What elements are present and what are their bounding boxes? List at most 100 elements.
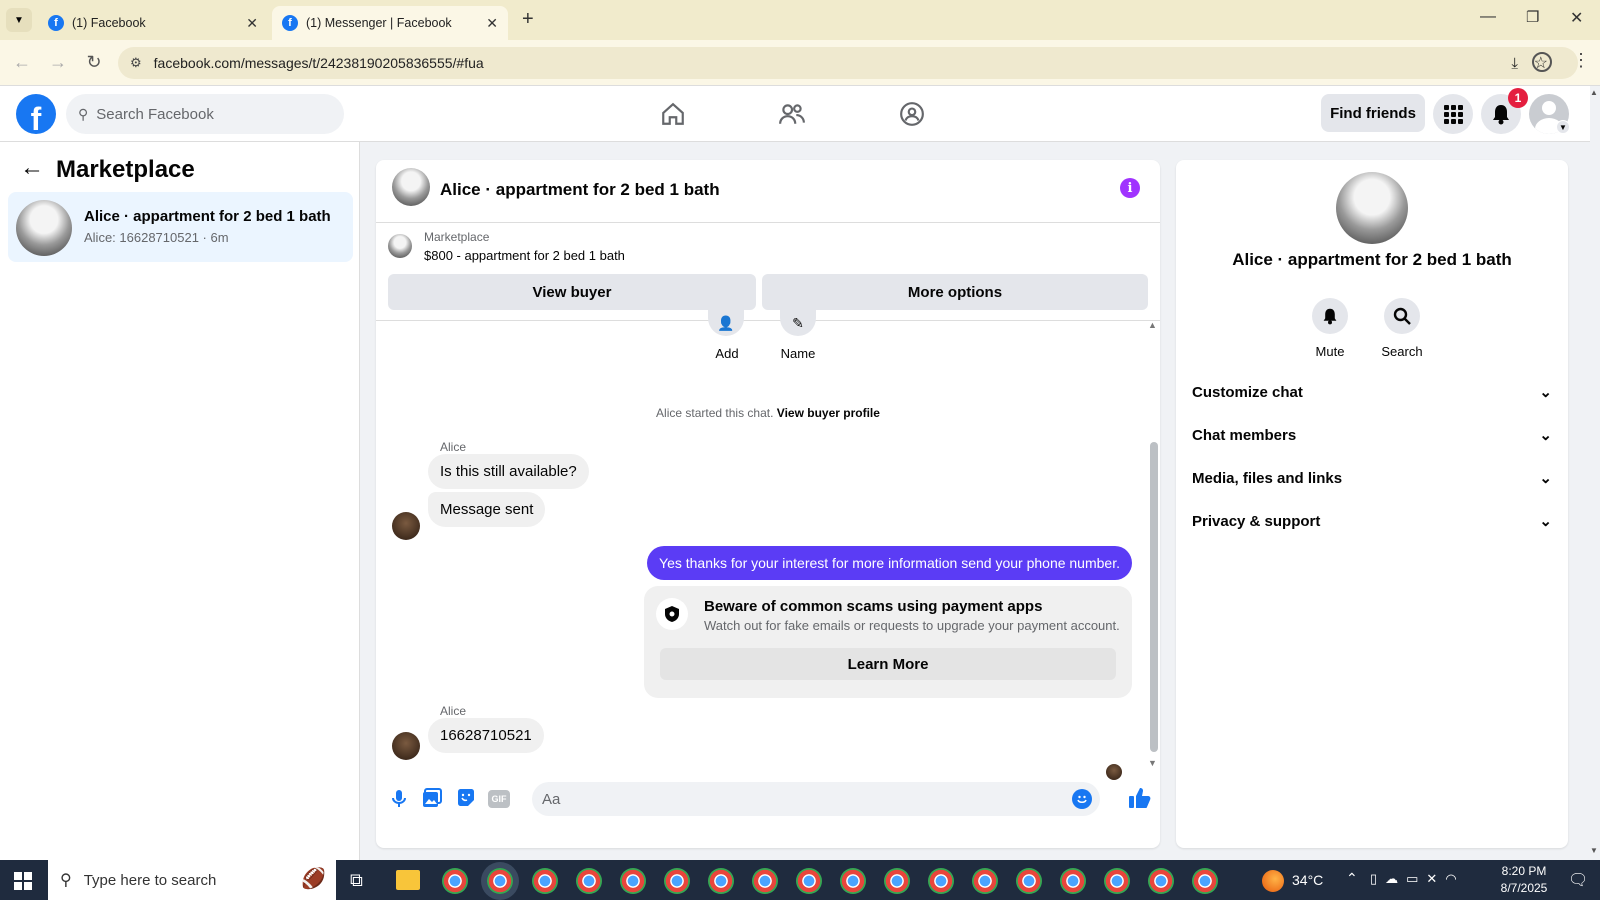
chat-header-avatar[interactable] (392, 168, 430, 206)
close-window-icon[interactable]: ✕ (1570, 8, 1583, 28)
view-buyer-profile-link[interactable]: View buyer profile (777, 406, 880, 420)
emoji-icon[interactable] (1072, 789, 1092, 809)
page-scroll-down-arrow[interactable]: ▼ (1590, 846, 1598, 855)
menu-grid-icon[interactable] (1433, 94, 1473, 134)
privacy-support-section[interactable]: Privacy & support ⌄ (1192, 501, 1552, 541)
tab-facebook[interactable]: f (1) Facebook ✕ (38, 6, 268, 40)
address-bar[interactable]: ⚙ facebook.com/messages/t/24238190205836… (118, 47, 1578, 79)
minimize-icon[interactable]: — (1480, 8, 1496, 26)
chrome-icon[interactable] (708, 868, 734, 894)
back-icon[interactable]: ← (10, 52, 34, 73)
maximize-icon[interactable]: ❐ (1526, 8, 1539, 26)
friends-icon[interactable] (772, 96, 812, 132)
chrome-icon[interactable] (620, 868, 646, 894)
weather-icon[interactable] (1262, 870, 1284, 892)
gif-icon[interactable]: GIF (488, 790, 510, 808)
chrome-icon[interactable] (972, 868, 998, 894)
conversation-list-item[interactable]: Alice · appartment for 2 bed 1 bath Alic… (8, 192, 353, 262)
clock-time[interactable]: 8:20 PM (1494, 864, 1554, 878)
add-people-icon[interactable]: 👤 (708, 310, 744, 336)
chrome-icon[interactable] (442, 868, 468, 894)
clock-date[interactable]: 8/7/2025 (1490, 881, 1558, 895)
temperature[interactable]: 34°C (1292, 872, 1323, 888)
tab-list-button[interactable]: ▼ (6, 8, 32, 32)
chrome-icon[interactable] (884, 868, 910, 894)
search-icon: ⚲ (60, 872, 72, 889)
taskbar-search-placeholder: Type here to search (83, 871, 217, 889)
windows-start-icon[interactable] (14, 872, 32, 890)
chrome-icon[interactable] (1060, 868, 1086, 894)
account-chevron-down-icon[interactable]: ▼ (1556, 120, 1570, 134)
info-icon[interactable]: i (1120, 178, 1140, 198)
facebook-search-input[interactable]: ⚲ Search Facebook (66, 94, 344, 134)
chrome-icon[interactable] (664, 868, 690, 894)
back-arrow-icon[interactable]: ← (20, 154, 44, 182)
view-buyer-button[interactable]: View buyer (388, 274, 756, 310)
chrome-icon[interactable] (487, 868, 513, 894)
install-app-icon[interactable]: ⤓ (1511, 55, 1518, 72)
chat-scrollbar-thumb[interactable] (1150, 442, 1158, 752)
groups-icon[interactable] (892, 96, 932, 132)
edit-name-icon[interactable]: ✎ (780, 310, 816, 336)
facebook-logo-icon[interactable]: f (16, 94, 56, 134)
tab-title: (1) Messenger | Facebook (306, 16, 452, 30)
profile-photo[interactable] (1336, 172, 1408, 244)
chrome-icon[interactable] (1016, 868, 1042, 894)
media-files-links-section[interactable]: Media, files and links ⌄ (1192, 458, 1552, 498)
tray-icons[interactable]: ▯☁▭✕◠ (1370, 871, 1465, 887)
thumbs-up-icon[interactable] (1128, 786, 1154, 812)
scroll-down-arrow[interactable]: ▼ (1148, 758, 1157, 768)
chat-members-section[interactable]: Chat members ⌄ (1192, 415, 1552, 455)
tray-chevron-up-icon[interactable]: ⌃ (1346, 870, 1358, 887)
site-info-icon[interactable]: ⚙ (130, 55, 142, 71)
chrome-icon[interactable] (796, 868, 822, 894)
search-conversation-button[interactable] (1384, 298, 1420, 334)
listing-title[interactable]: $800 - appartment for 2 bed 1 bath (424, 248, 625, 263)
notification-center-icon[interactable]: 🗨 (1568, 870, 1588, 890)
customize-chat-section[interactable]: Customize chat ⌄ (1192, 372, 1552, 412)
task-view-icon[interactable]: ⧉ (350, 870, 363, 891)
more-options-button[interactable]: More options (762, 274, 1148, 310)
chrome-icon[interactable] (928, 868, 954, 894)
close-tab-icon[interactable]: ✕ (246, 15, 258, 32)
close-tab-icon[interactable]: ✕ (486, 15, 498, 32)
message-input[interactable]: Aa (532, 782, 1100, 816)
conversation-list-panel: ← Marketplace Alice · appartment for 2 b… (0, 142, 360, 860)
chrome-icon[interactable] (1104, 868, 1130, 894)
new-tab-icon[interactable]: + (522, 8, 534, 31)
chrome-icon[interactable] (532, 868, 558, 894)
chrome-icon[interactable] (840, 868, 866, 894)
incoming-message[interactable]: Is this still available? (428, 454, 589, 489)
reload-icon[interactable]: ↻ (82, 52, 106, 73)
sender-avatar[interactable] (392, 732, 420, 760)
outgoing-message[interactable]: Yes thanks for your interest for more in… (647, 546, 1132, 580)
photo-icon[interactable] (422, 788, 444, 810)
chat-started-note: Alice started this chat. View buyer prof… (376, 406, 1160, 420)
chrome-icon[interactable] (1192, 868, 1218, 894)
search-highlight-icon: 🏈 (301, 868, 326, 890)
scroll-up-arrow[interactable]: ▲ (1148, 320, 1157, 330)
incoming-message[interactable]: Message sent (428, 492, 546, 527)
find-friends-button[interactable]: Find friends (1321, 94, 1425, 132)
search-icon: ⚲ (78, 105, 89, 122)
page-scroll-up-arrow[interactable]: ▲ (1590, 88, 1598, 97)
home-icon[interactable] (653, 96, 693, 132)
learn-more-button[interactable]: Learn More (660, 648, 1116, 680)
chat-header-title[interactable]: Alice · appartment for 2 bed 1 bath (440, 180, 720, 200)
composer-placeholder: Aa (542, 790, 561, 808)
forward-icon[interactable]: → (46, 52, 70, 73)
tab-messenger[interactable]: f (1) Messenger | Facebook ✕ (272, 6, 508, 40)
chrome-icon[interactable] (752, 868, 778, 894)
microphone-icon[interactable] (388, 788, 410, 810)
chrome-icon[interactable] (576, 868, 602, 894)
incoming-message[interactable]: 16628710521 (428, 718, 544, 753)
sticker-icon[interactable] (456, 788, 478, 810)
file-explorer-icon[interactable] (396, 870, 420, 890)
sender-avatar[interactable] (392, 512, 420, 540)
browser-menu-icon[interactable]: ⋮ (1572, 50, 1590, 71)
taskbar-search-box[interactable]: ⚲ Type here to search 🏈 (48, 860, 336, 900)
mute-button[interactable] (1312, 298, 1348, 334)
profile-icon[interactable] (1532, 52, 1552, 72)
chrome-icon[interactable] (1148, 868, 1174, 894)
tab-title: (1) Facebook (72, 16, 146, 30)
